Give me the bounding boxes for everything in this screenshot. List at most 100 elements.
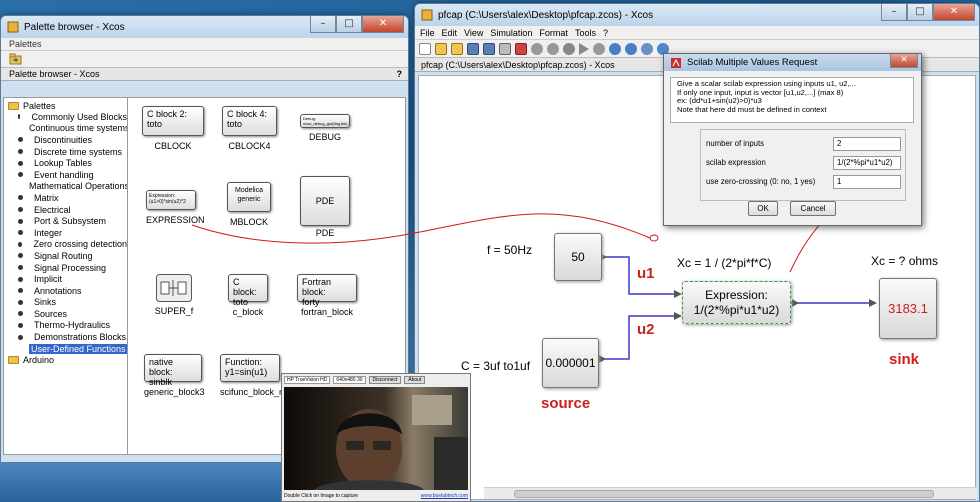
- close-button[interactable]: ✕: [933, 4, 975, 21]
- menu-help[interactable]: ?: [603, 28, 608, 38]
- source-block[interactable]: 0.000001: [542, 338, 599, 388]
- open-folder-icon[interactable]: [451, 42, 463, 55]
- tree-item[interactable]: Lookup Tables: [4, 157, 127, 169]
- tree-item[interactable]: Electrical: [4, 204, 127, 216]
- folder-icon: [8, 355, 19, 364]
- menu-format[interactable]: Format: [539, 28, 568, 38]
- menu-file[interactable]: File: [420, 28, 435, 38]
- minimize-button[interactable]: –: [310, 16, 336, 33]
- palette-block-scifunc[interactable]: Function: y1=sin(u1) scifunc_block_m: [220, 354, 287, 397]
- tree-item[interactable]: Mathematical Operations: [4, 181, 127, 193]
- tree-bullet-icon: [18, 288, 23, 294]
- debug-caption: DEBUG: [308, 132, 341, 142]
- load-palette-icon[interactable]: [9, 53, 22, 65]
- redo-icon[interactable]: [547, 42, 559, 55]
- palette-block-mblock[interactable]: Modelica generic MBLOCK: [227, 182, 271, 227]
- horizontal-scrollbar[interactable]: [484, 487, 977, 499]
- start-icon[interactable]: [579, 42, 589, 55]
- tree-item[interactable]: Event handling: [4, 169, 127, 181]
- device-select[interactable]: HP TrueVision HD: [284, 376, 331, 384]
- sink-block[interactable]: 3183.1: [879, 278, 937, 339]
- menu-tools[interactable]: Tools: [575, 28, 596, 38]
- capture-hint: Double Click on Image to capture: [284, 493, 358, 499]
- tree-item[interactable]: Commonly Used Blocks: [4, 111, 127, 123]
- palette-block-expression[interactable]: Expression: (u1>0)*sin(u2)^2 EXPRESSION: [146, 190, 205, 225]
- debug-box: Debug: xcos_debug_gui(flag,blk);: [300, 114, 350, 128]
- help-button[interactable]: ?: [397, 68, 403, 81]
- tree-item[interactable]: Port & Subsystem: [4, 215, 127, 227]
- menu-view[interactable]: View: [464, 28, 483, 38]
- vendor-link[interactable]: www.buelabtech.com: [421, 493, 468, 499]
- menu-edit[interactable]: Edit: [442, 28, 458, 38]
- maximize-button[interactable]: □: [907, 4, 933, 21]
- tree-item[interactable]: Thermo-Hydraulics: [4, 320, 127, 332]
- tree-item[interactable]: Discrete time systems: [4, 146, 127, 158]
- const-block[interactable]: 50: [554, 233, 602, 281]
- webcam-video[interactable]: [284, 387, 468, 490]
- palette-block-cblock4[interactable]: C block 4: toto CBLOCK4: [222, 106, 277, 151]
- cancel-button[interactable]: Cancel: [790, 201, 836, 216]
- palette-block-pde[interactable]: PDE PDE: [300, 176, 350, 238]
- tree-item[interactable]: Demonstrations Blocks: [4, 331, 127, 343]
- palette-block-c-block[interactable]: C block: toto c_block: [228, 274, 268, 317]
- expression-field[interactable]: 1/(2*%pi*u1*u2): [833, 155, 901, 170]
- tree-item[interactable]: Signal Routing: [4, 250, 127, 262]
- tree-item[interactable]: Sources: [4, 308, 127, 320]
- palette-block-generic3[interactable]: native block: sinblk generic_block3: [144, 354, 205, 397]
- tree-item[interactable]: Continuous time systems: [4, 123, 127, 135]
- undo-icon[interactable]: [531, 42, 543, 55]
- tree-item[interactable]: User-Defined Functions: [4, 343, 127, 355]
- tree-item[interactable]: Sinks: [4, 297, 127, 309]
- close-button[interactable]: ✕: [362, 16, 404, 33]
- zoom-out-icon[interactable]: [625, 42, 637, 55]
- disconnect-button[interactable]: Disconnect: [368, 376, 402, 384]
- settings-icon[interactable]: [641, 42, 653, 55]
- ok-button[interactable]: OK: [748, 201, 778, 216]
- sink-label: sink: [889, 351, 920, 368]
- dialog-close-button[interactable]: ✕: [890, 54, 918, 68]
- tree-item[interactable]: Matrix: [4, 192, 127, 204]
- tree-bullet-icon: [18, 253, 23, 259]
- tree-item[interactable]: Discontinuities: [4, 134, 127, 146]
- new-icon[interactable]: [419, 42, 431, 55]
- palette-titlebar[interactable]: Palette browser - Xcos – □ ✕: [1, 16, 408, 38]
- menu-simulation[interactable]: Simulation: [490, 28, 532, 38]
- scrollbar-thumb[interactable]: [514, 490, 934, 498]
- menu-palettes[interactable]: Palettes: [9, 39, 42, 49]
- palette-block-debug[interactable]: Debug: xcos_debug_gui(flag,blk); DEBUG: [300, 114, 350, 142]
- save-icon[interactable]: [467, 42, 479, 55]
- save-as-icon[interactable]: [483, 42, 495, 55]
- resolution-select[interactable]: 640x480 30: [333, 376, 366, 384]
- tree-item[interactable]: Zero crossing detection: [4, 239, 127, 251]
- palette-block-super-f[interactable]: SUPER_f: [154, 274, 194, 316]
- tree-item[interactable]: Integer: [4, 227, 127, 239]
- tree-item[interactable]: Signal Processing: [4, 262, 127, 274]
- num-inputs-field[interactable]: 2: [833, 136, 901, 151]
- minimize-button[interactable]: –: [881, 4, 907, 21]
- zero-crossing-field[interactable]: 1: [833, 174, 901, 189]
- xc-result-label: Xc = ? ohms: [871, 254, 939, 268]
- zoom-in-icon[interactable]: [609, 42, 621, 55]
- palette-block-fortran[interactable]: Fortran block: forty fortran_block: [297, 274, 357, 317]
- palette-block-cblock[interactable]: C block 2: toto CBLOCK: [142, 106, 204, 151]
- about-button[interactable]: About: [404, 376, 426, 384]
- print-icon[interactable]: [499, 42, 511, 55]
- dialog-titlebar[interactable]: Scilab Multiple Values Request ✕: [664, 54, 921, 71]
- tree-root-arduino[interactable]: Arduino: [4, 354, 127, 365]
- maximize-button[interactable]: □: [336, 16, 362, 33]
- tree-item[interactable]: Annotations: [4, 285, 127, 297]
- port-arrow-expr: [792, 299, 799, 307]
- tree-root-palettes[interactable]: Palettes: [4, 100, 127, 111]
- cblock-box: C block 2: toto: [142, 106, 204, 136]
- xcos-titlebar[interactable]: pfcap (C:\Users\alex\Desktop\pfcap.zcos)…: [415, 4, 979, 26]
- expression-block[interactable]: Expression: 1/(2*%pi*u1*u2): [682, 281, 791, 324]
- tree-item[interactable]: Implicit: [4, 273, 127, 285]
- tree-bullet-icon: [18, 276, 23, 282]
- open-icon[interactable]: [435, 42, 447, 55]
- fit-diagram-icon[interactable]: [563, 42, 575, 55]
- expression-block-formula: 1/(2*%pi*u1*u2): [693, 302, 780, 317]
- stop-icon[interactable]: [593, 42, 605, 55]
- delete-icon[interactable]: [515, 42, 527, 55]
- cblock4-box: C block 4: toto: [222, 106, 277, 136]
- tree-bullet-icon: [18, 241, 23, 247]
